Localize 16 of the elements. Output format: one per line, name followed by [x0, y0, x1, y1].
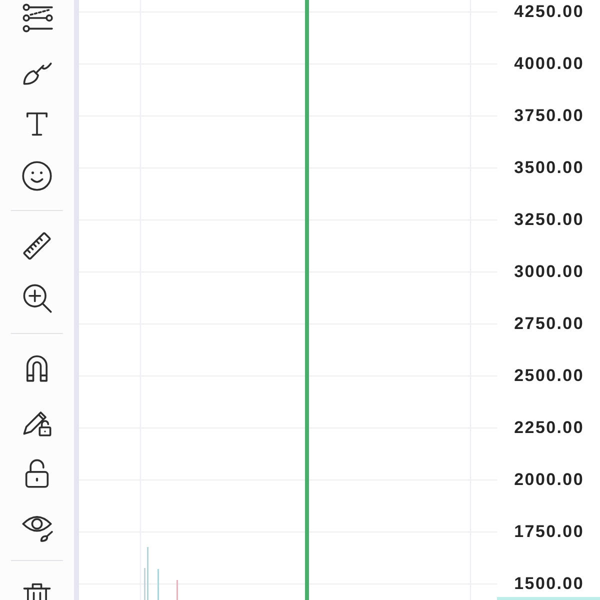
ruler-icon — [21, 230, 53, 262]
price-label: 4000.00 — [514, 54, 584, 74]
price-label: 4250.00 — [514, 2, 584, 22]
price-label: 2250.00 — [514, 418, 584, 438]
price-label: 2750.00 — [514, 314, 584, 334]
smiley-icon — [21, 160, 53, 192]
price-label: 2500.00 — [514, 366, 584, 386]
price-label: 1500.00 — [514, 574, 584, 594]
price-label: 3250.00 — [514, 210, 584, 230]
pattern-lines-icon — [21, 2, 53, 34]
zoom-in-icon — [21, 282, 53, 314]
price-label: 1750.00 — [514, 522, 584, 542]
price-label: 3500.00 — [514, 158, 584, 178]
price-label: 3750.00 — [514, 106, 584, 126]
price-label: 2000.00 — [514, 470, 584, 490]
price-label: 3000.00 — [514, 262, 584, 282]
